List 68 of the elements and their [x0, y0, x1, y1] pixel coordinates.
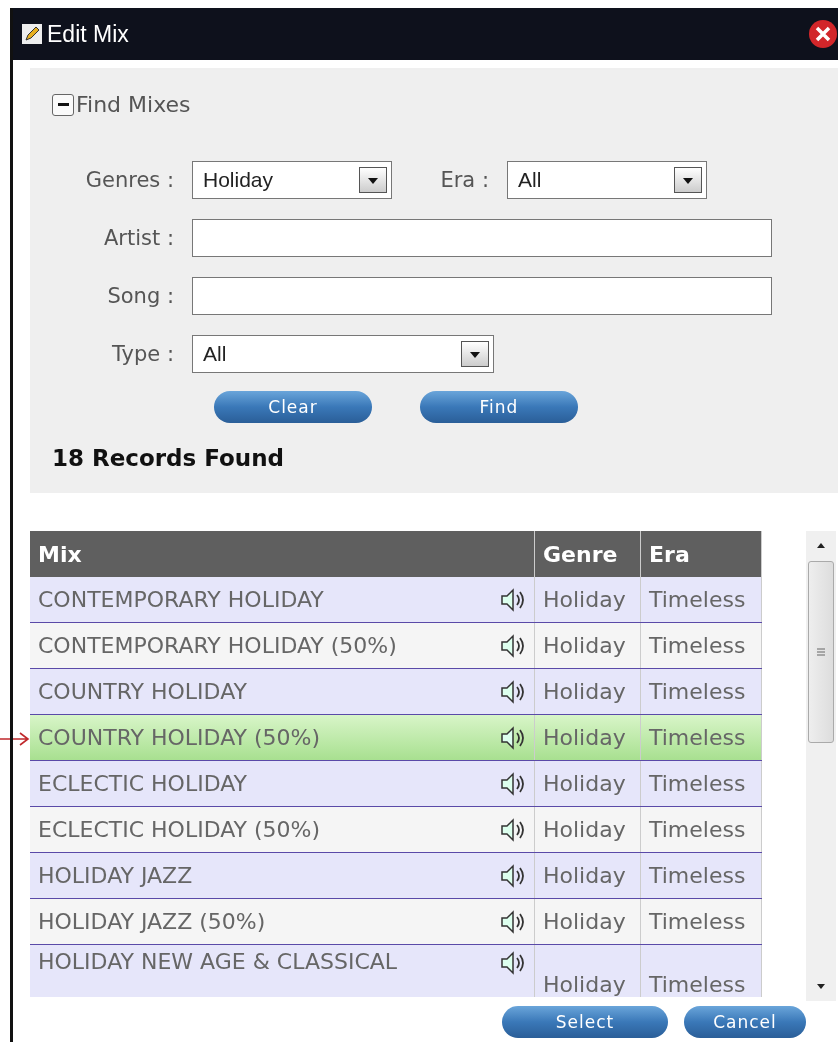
section-title: Find Mixes [76, 92, 191, 117]
close-icon[interactable] [808, 19, 838, 49]
pointer-arrow [0, 732, 30, 746]
era-cell: Timeless [649, 633, 746, 658]
artist-label: Artist : [103, 226, 175, 250]
mix-name: HOLIDAY NEW AGE & CLASSICAL [38, 949, 398, 974]
scrollbar[interactable] [806, 531, 836, 1001]
select-button[interactable]: Select [502, 1006, 668, 1038]
era-cell: Timeless [649, 863, 746, 888]
result-count: 18 Records Found [52, 445, 286, 471]
cancel-button[interactable]: Cancel [684, 1006, 806, 1038]
type-label: Type : [111, 342, 175, 366]
collapse-toggle[interactable] [52, 93, 74, 116]
era-cell: Timeless [649, 679, 746, 704]
dropdown-field[interactable]: Holiday [192, 161, 392, 199]
table-row[interactable]: HOLIDAY JAZZ (50%) Holiday Timeless [30, 899, 762, 945]
table-row[interactable]: CONTEMPORARY HOLIDAY Holiday Timeless [30, 577, 762, 623]
window-title: Edit Mix [47, 20, 130, 48]
genre-cell: Holiday [543, 909, 626, 934]
table-row[interactable]: COUNTRY HOLIDAY (50%) Holiday Timeless [30, 715, 762, 761]
mix-name: CONTEMPORARY HOLIDAY [38, 587, 324, 612]
speaker-icon[interactable] [498, 815, 526, 844]
genre-cell: Holiday [543, 587, 626, 612]
genre-cell: Holiday [543, 725, 626, 750]
mix-name: ECLECTIC HOLIDAY (50%) [38, 817, 321, 842]
genre-cell: Holiday [543, 679, 626, 704]
era-cell: Timeless [649, 771, 746, 796]
mix-name: CONTEMPORARY HOLIDAY (50%) [38, 633, 397, 658]
mix-name: ECLECTIC HOLIDAY [38, 771, 247, 796]
speaker-icon[interactable] [498, 585, 526, 614]
find-button[interactable]: Find [420, 391, 578, 423]
speaker-icon[interactable] [498, 907, 526, 936]
speaker-icon[interactable] [498, 949, 526, 977]
table-row[interactable]: HOLIDAY JAZZ Holiday Timeless [30, 853, 762, 899]
genres-label: Genres : [84, 168, 175, 192]
mix-name: HOLIDAY JAZZ [38, 863, 193, 888]
speaker-icon[interactable] [498, 677, 526, 706]
genre-cell: Holiday [543, 633, 626, 658]
mix-name: HOLIDAY JAZZ (50%) [38, 909, 266, 934]
genre-cell: Holiday [543, 817, 626, 842]
speaker-icon[interactable] [498, 769, 526, 798]
era-cell: Timeless [649, 909, 746, 934]
genre-cell: Holiday [543, 863, 626, 888]
artist-field[interactable] [192, 219, 772, 257]
era-cell: Timeless [649, 587, 746, 612]
genre-cell: Holiday [543, 771, 626, 796]
speaker-icon[interactable] [498, 861, 526, 890]
pencil-icon [21, 23, 43, 45]
table-row[interactable]: HOLIDAY NEW AGE & CLASSICAL Holiday Timeless [30, 945, 762, 997]
mix-name: COUNTRY HOLIDAY (50%) [38, 725, 320, 750]
dropdown-field[interactable]: All [507, 161, 707, 199]
dropdown-field[interactable]: All [192, 335, 494, 373]
speaker-icon[interactable] [498, 631, 526, 660]
era-label: Era : [439, 168, 490, 192]
song-field[interactable] [192, 277, 772, 315]
clear-button[interactable]: Clear [214, 391, 372, 423]
table-row[interactable]: ECLECTIC HOLIDAY (50%) Holiday Timeless [30, 807, 762, 853]
era-cell: Timeless [649, 817, 746, 842]
scroll-thumb[interactable] [808, 561, 834, 743]
table-row[interactable]: ECLECTIC HOLIDAY Holiday Timeless [30, 761, 762, 807]
speaker-icon[interactable] [498, 723, 526, 752]
era-cell: Timeless [649, 725, 746, 750]
table-row[interactable]: CONTEMPORARY HOLIDAY (50%) Holiday Timeless [30, 623, 762, 669]
song-label: Song : [106, 284, 175, 308]
genre-cell: Holiday [543, 972, 626, 997]
era-cell: Timeless [649, 972, 746, 997]
mix-name: COUNTRY HOLIDAY [38, 679, 247, 704]
table-row[interactable]: COUNTRY HOLIDAY Holiday Timeless [30, 669, 762, 715]
